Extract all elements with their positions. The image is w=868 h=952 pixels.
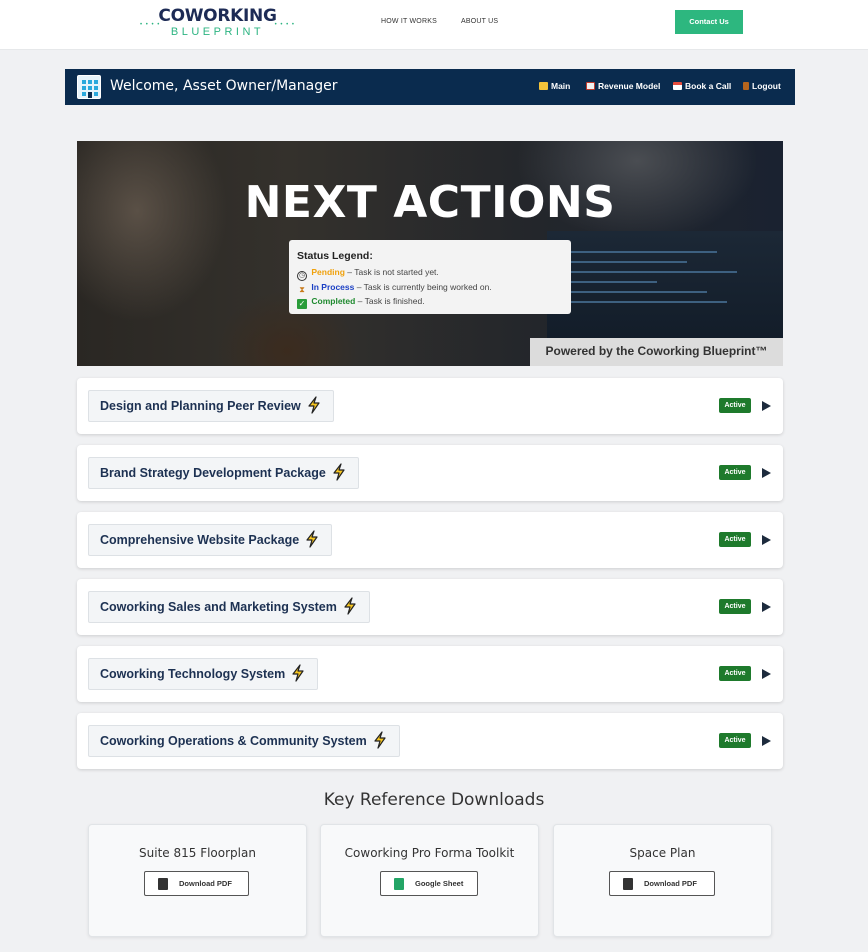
expand-arrow-icon[interactable] (762, 602, 771, 612)
action-title-button[interactable]: Comprehensive Website Package (88, 524, 333, 556)
chart-icon (586, 82, 595, 90)
legend-in-process-desc: – Task is currently being worked on. (356, 281, 492, 292)
status-badge: Active (719, 733, 751, 748)
legend-completed: ✓ Completed – Task is finished. (297, 295, 563, 309)
lightning-icon (306, 530, 318, 548)
door-icon (743, 82, 749, 90)
site-header: • • • • COWORKING BLUEPRINT • • • • HOW … (0, 0, 868, 50)
nav-main-label: Main (551, 81, 571, 91)
logo-main-text: COWORKING (158, 6, 277, 26)
google-sheet-button[interactable]: Google Sheet (380, 871, 478, 896)
status-badge: Active (719, 398, 751, 413)
status-badge: Active (719, 532, 751, 547)
action-title: Coworking Technology System (100, 667, 286, 681)
folder-icon (539, 82, 548, 90)
nav-revenue-model-label: Revenue Model (598, 81, 661, 91)
nav-logout-label: Logout (752, 81, 781, 91)
action-card: Coworking Technology System Active (77, 646, 783, 702)
status-badge: Active (719, 666, 751, 681)
action-title-button[interactable]: Brand Strategy Development Package (88, 457, 359, 489)
status-legend: Status Legend: ◷ Pending – Task is not s… (289, 240, 571, 314)
contact-us-button[interactable]: Contact Us (675, 10, 743, 34)
action-title-button[interactable]: Coworking Operations & Community System (88, 725, 400, 757)
legend-in-process: ⧗ In Process – Task is currently being w… (297, 281, 563, 295)
legend-pending-desc: – Task is not started yet. (347, 266, 439, 277)
status-badge: Active (719, 599, 751, 614)
lightning-icon (374, 731, 386, 749)
action-title-button[interactable]: Coworking Sales and Marketing System (88, 591, 370, 623)
legend-completed-status: Completed (311, 295, 356, 306)
legend-pending-status: Pending (311, 266, 345, 277)
expand-arrow-icon[interactable] (762, 468, 771, 478)
lightning-icon (308, 396, 320, 414)
download-card: Suite 815 Floorplan Download PDF (88, 824, 307, 937)
lightning-icon (344, 597, 356, 615)
powered-by-badge: Powered by the Coworking Blueprint™ (530, 338, 783, 366)
check-icon: ✓ (297, 298, 307, 309)
site-logo[interactable]: • • • • COWORKING BLUEPRINT • • • • (140, 6, 295, 39)
clock-icon: ◷ (297, 270, 307, 281)
expand-arrow-icon[interactable] (762, 736, 771, 746)
action-title: Coworking Sales and Marketing System (100, 600, 337, 614)
building-icon (77, 75, 101, 99)
nav-book-a-call-label: Book a Call (685, 81, 732, 91)
download-button-label: Google Sheet (415, 879, 464, 888)
download-button-label: Download PDF (644, 879, 697, 888)
download-pdf-button[interactable]: Download PDF (144, 871, 249, 896)
nav-book-a-call[interactable]: Book a Call (673, 81, 731, 91)
legend-heading: Status Legend: (297, 250, 373, 262)
nav-about-us[interactable]: ABOUT US (461, 18, 498, 25)
legend-pending: ◷ Pending – Task is not started yet. (297, 266, 563, 281)
action-title: Design and Planning Peer Review (100, 399, 301, 413)
status-badge: Active (719, 465, 751, 480)
calendar-icon (673, 82, 682, 90)
pdf-icon (158, 878, 168, 890)
download-name: Coworking Pro Forma Toolkit (344, 846, 515, 860)
nav-revenue-model[interactable]: Revenue Model (586, 81, 660, 91)
action-title-button[interactable]: Design and Planning Peer Review (88, 390, 334, 422)
expand-arrow-icon[interactable] (762, 669, 771, 679)
download-card: Space Plan Download PDF (553, 824, 772, 937)
download-name: Space Plan (629, 846, 696, 860)
hero-banner: NEXT ACTIONS Status Legend: ◷ Pending – … (77, 141, 783, 366)
action-card: Design and Planning Peer Review Active (77, 378, 783, 434)
logo-dots-right: • • • • (274, 22, 295, 28)
nav-logout[interactable]: Logout (743, 81, 781, 91)
expand-arrow-icon[interactable] (762, 535, 771, 545)
sheet-icon (394, 878, 404, 890)
welcome-title: Welcome, Asset Owner/Manager (110, 78, 338, 94)
action-title: Comprehensive Website Package (100, 533, 300, 547)
action-card: Coworking Operations & Community System … (77, 713, 783, 769)
welcome-bar: Welcome, Asset Owner/Manager Main Revenu… (65, 69, 795, 105)
pdf-icon (623, 878, 633, 890)
expand-arrow-icon[interactable] (762, 401, 771, 411)
action-card: Brand Strategy Development Package Activ… (77, 445, 783, 501)
action-title-button[interactable]: Coworking Technology System (88, 658, 319, 690)
download-name: Suite 815 Floorplan (139, 846, 256, 860)
hero-title: NEXT ACTIONS (244, 177, 616, 228)
nav-main[interactable]: Main (539, 81, 570, 91)
hourglass-icon: ⧗ (299, 284, 305, 294)
action-title: Coworking Operations & Community System (100, 734, 367, 748)
download-card: Coworking Pro Forma Toolkit Google Sheet (320, 824, 539, 937)
action-card: Comprehensive Website Package Active (77, 512, 783, 568)
downloads-heading: Key Reference Downloads (323, 790, 545, 810)
download-button-label: Download PDF (179, 879, 232, 888)
logo-sub-text: BLUEPRINT (170, 26, 265, 38)
legend-in-process-status: In Process (311, 281, 355, 292)
lightning-icon (333, 463, 345, 481)
download-pdf-button[interactable]: Download PDF (609, 871, 715, 896)
nav-how-it-works[interactable]: HOW IT WORKS (381, 18, 437, 25)
action-card: Coworking Sales and Marketing System Act… (77, 579, 783, 635)
logo-dots-left: • • • • (140, 22, 161, 28)
legend-completed-desc: – Task is finished. (357, 295, 425, 306)
action-title: Brand Strategy Development Package (100, 466, 326, 480)
lightning-icon (292, 664, 304, 682)
